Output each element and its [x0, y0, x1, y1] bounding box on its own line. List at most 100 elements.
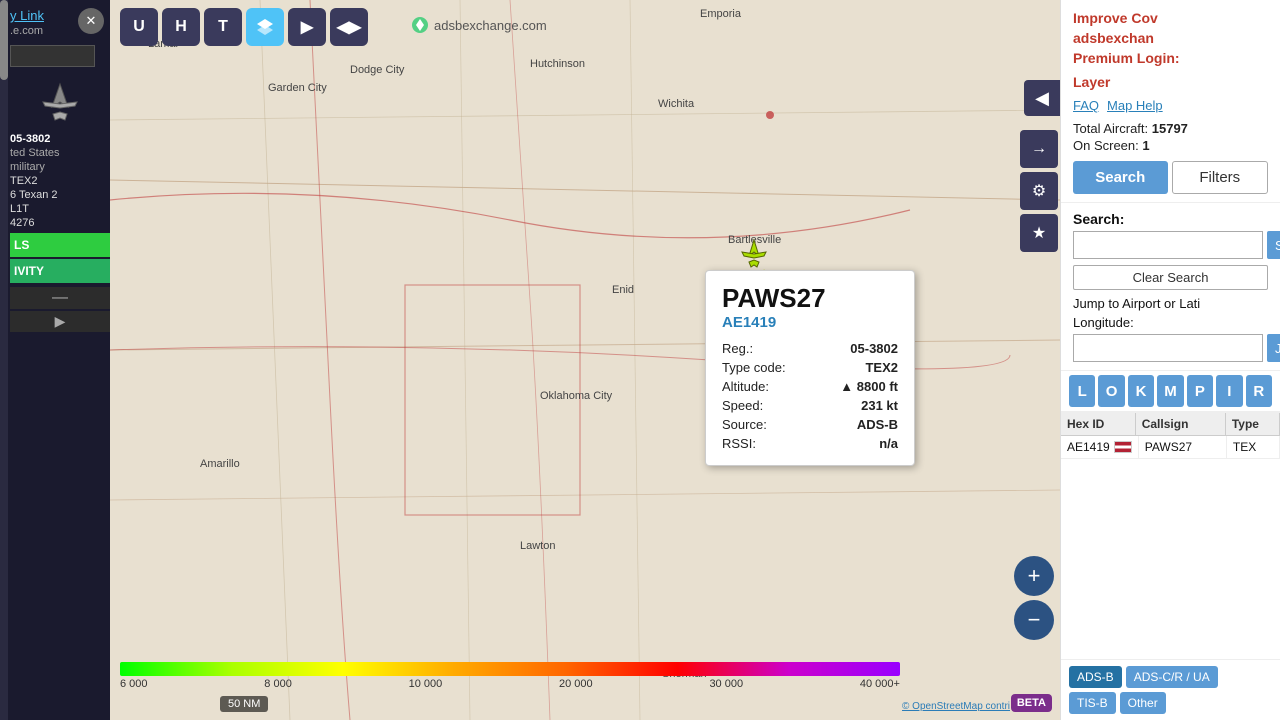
- search-go-button[interactable]: Sea: [1267, 231, 1280, 259]
- letter-k-button[interactable]: K: [1128, 375, 1154, 407]
- row-type-cell: TEX: [1227, 436, 1280, 458]
- popup-source-row: Source: ADS-B: [722, 415, 898, 434]
- sidebar-model: 6 Texan 2: [10, 189, 110, 201]
- left-sidebar: ✕ y Link .e.com 05-3802 ted States milit…: [0, 0, 110, 720]
- right-panel-top: Improve Cov adsbexchan Premium Login: La…: [1061, 0, 1280, 203]
- popup-table: Reg.: 05-3802 Type code: TEX2 Altitude: …: [722, 339, 898, 453]
- jump-label2: Longitude:: [1073, 315, 1268, 330]
- layers-button[interactable]: [246, 8, 284, 46]
- sidebar-class: military: [10, 161, 110, 173]
- popup-reg-value: 05-3802: [814, 339, 898, 358]
- search-filters-row: Search Filters: [1073, 161, 1268, 194]
- other-source-button[interactable]: Other: [1120, 692, 1166, 714]
- adsbexchange-watermark: adsbexchange.com: [410, 15, 547, 35]
- table-row[interactable]: AE1419 PAWS27 TEX: [1061, 436, 1280, 459]
- search-button[interactable]: Search: [1073, 161, 1168, 194]
- jump-input[interactable]: [1073, 334, 1263, 362]
- us-flag-icon: [1114, 441, 1132, 453]
- popup-alt-label: Altitude:: [722, 377, 814, 396]
- color-scale: 6 000 8 000 10 000 20 000 30 000 40 000+: [120, 662, 900, 690]
- letter-o-button[interactable]: O: [1098, 375, 1124, 407]
- h-button[interactable]: H: [162, 8, 200, 46]
- city-hutchinson: Hutchinson: [530, 58, 585, 70]
- popup-rssi-row: RSSI: n/a: [722, 434, 898, 453]
- city-garden-city: Garden City: [268, 82, 327, 94]
- popup-rssi-value: n/a: [814, 434, 898, 453]
- map-collapse-button[interactable]: ◀: [1024, 80, 1060, 116]
- jump-label: Jump to Airport or Lati: [1073, 296, 1268, 311]
- activity-button[interactable]: IVITY: [10, 259, 110, 283]
- row-hex-value: AE1419: [1067, 440, 1110, 454]
- source-buttons: ADS-B ADS-C/R / UA TIS-B Other: [1061, 659, 1280, 720]
- layers2-button[interactable]: ★: [1020, 214, 1058, 252]
- map-attribution: © OpenStreetMap contri: [902, 701, 1010, 712]
- sidebar-country: ted States: [10, 147, 110, 159]
- popup-type-row: Type code: TEX2: [722, 358, 898, 377]
- aircraft-icon: [30, 79, 90, 129]
- u-button[interactable]: U: [120, 8, 158, 46]
- city-enid: Enid: [612, 284, 634, 296]
- row-hex-cell: AE1419: [1061, 436, 1139, 458]
- jump-row: Jun: [1073, 334, 1268, 362]
- swap-button[interactable]: ◀▶: [330, 8, 368, 46]
- letter-p-button[interactable]: P: [1187, 375, 1213, 407]
- map-help-link[interactable]: Map Help: [1107, 98, 1163, 113]
- sidebar-typecode: TEX2: [10, 175, 110, 187]
- clear-search-button[interactable]: Clear Search: [1073, 265, 1268, 290]
- openstreetmap-link[interactable]: © OpenStreetMap contri: [902, 701, 1010, 712]
- scale-label-0: 6 000: [120, 678, 148, 690]
- jump-button[interactable]: Jun: [1267, 334, 1280, 362]
- t-button[interactable]: T: [204, 8, 242, 46]
- city-dodge-city: Dodge City: [350, 64, 404, 76]
- right-map-toolbar: → ⚙ ★: [1020, 130, 1060, 252]
- color-scale-labels: 6 000 8 000 10 000 20 000 30 000 40 000+: [120, 678, 900, 690]
- scale-label-3: 20 000: [559, 678, 593, 690]
- tisb-source-button[interactable]: TIS-B: [1069, 692, 1116, 714]
- letter-buttons-row: L O K M P I R: [1061, 371, 1280, 412]
- popup-reg-row: Reg.: 05-3802: [722, 339, 898, 358]
- sidebar-reg: 05-3802: [10, 133, 110, 145]
- improve-coverage-link[interactable]: Improve Cov: [1073, 10, 1268, 26]
- faq-link[interactable]: FAQ: [1073, 98, 1099, 113]
- adsb-source-button[interactable]: ADS-B: [1069, 666, 1122, 688]
- close-button[interactable]: ✕: [78, 8, 104, 34]
- type-column-header: Type: [1226, 413, 1280, 435]
- sidebar-minus-button[interactable]: —: [10, 287, 110, 309]
- popup-hex-id[interactable]: AE1419: [722, 314, 898, 331]
- city-oklahoma-city: Oklahoma City: [540, 390, 612, 402]
- popup-callsign: PAWS27: [722, 283, 898, 314]
- map-container[interactable]: Lamar Garden City Dodge City Hutchinson …: [110, 0, 1060, 720]
- scale-label-1: 8 000: [264, 678, 292, 690]
- letter-l-button[interactable]: L: [1069, 375, 1095, 407]
- forward-button[interactable]: ▶: [288, 8, 326, 46]
- letter-m-button[interactable]: M: [1157, 375, 1183, 407]
- callsign-column-header: Callsign: [1136, 413, 1226, 435]
- hex-id-column-header: Hex ID: [1061, 413, 1136, 435]
- premium-login-link[interactable]: Premium Login:: [1073, 50, 1268, 66]
- letter-r-button[interactable]: R: [1246, 375, 1272, 407]
- popup-rssi-label: RSSI:: [722, 434, 814, 453]
- search-input[interactable]: [1073, 231, 1263, 259]
- sidebar-search-input[interactable]: [10, 45, 95, 67]
- total-aircraft-row: Total Aircraft: 15797: [1073, 121, 1268, 136]
- city-lawton: Lawton: [520, 540, 555, 552]
- popup-type-label: Type code:: [722, 358, 814, 377]
- details-button[interactable]: LS: [10, 233, 110, 257]
- row-callsign-cell: PAWS27: [1139, 436, 1227, 458]
- popup-speed-label: Speed:: [722, 396, 814, 415]
- city-wichita: Wichita: [658, 98, 694, 110]
- on-screen-value: 1: [1142, 138, 1149, 153]
- zoom-in-button[interactable]: +: [1014, 556, 1054, 596]
- premium-layer-link[interactable]: Layer: [1073, 74, 1268, 90]
- filters-button[interactable]: Filters: [1172, 161, 1269, 194]
- zoom-out-button[interactable]: −: [1014, 600, 1054, 640]
- login-button[interactable]: →: [1020, 130, 1058, 168]
- settings-button[interactable]: ⚙: [1020, 172, 1058, 210]
- sidebar-arrow-button[interactable]: ▶: [10, 311, 110, 332]
- improve-coverage-link2[interactable]: adsbexchan: [1073, 30, 1268, 46]
- search-panel: Search: Sea Clear Search Jump to Airport…: [1061, 203, 1280, 371]
- results-section: Hex ID Callsign Type AE1419 PAWS27 TEX: [1061, 412, 1280, 659]
- adsc-source-button[interactable]: ADS-C/R / UA: [1126, 666, 1218, 688]
- letter-i-button[interactable]: I: [1216, 375, 1242, 407]
- on-screen-row: On Screen: 1: [1073, 138, 1268, 153]
